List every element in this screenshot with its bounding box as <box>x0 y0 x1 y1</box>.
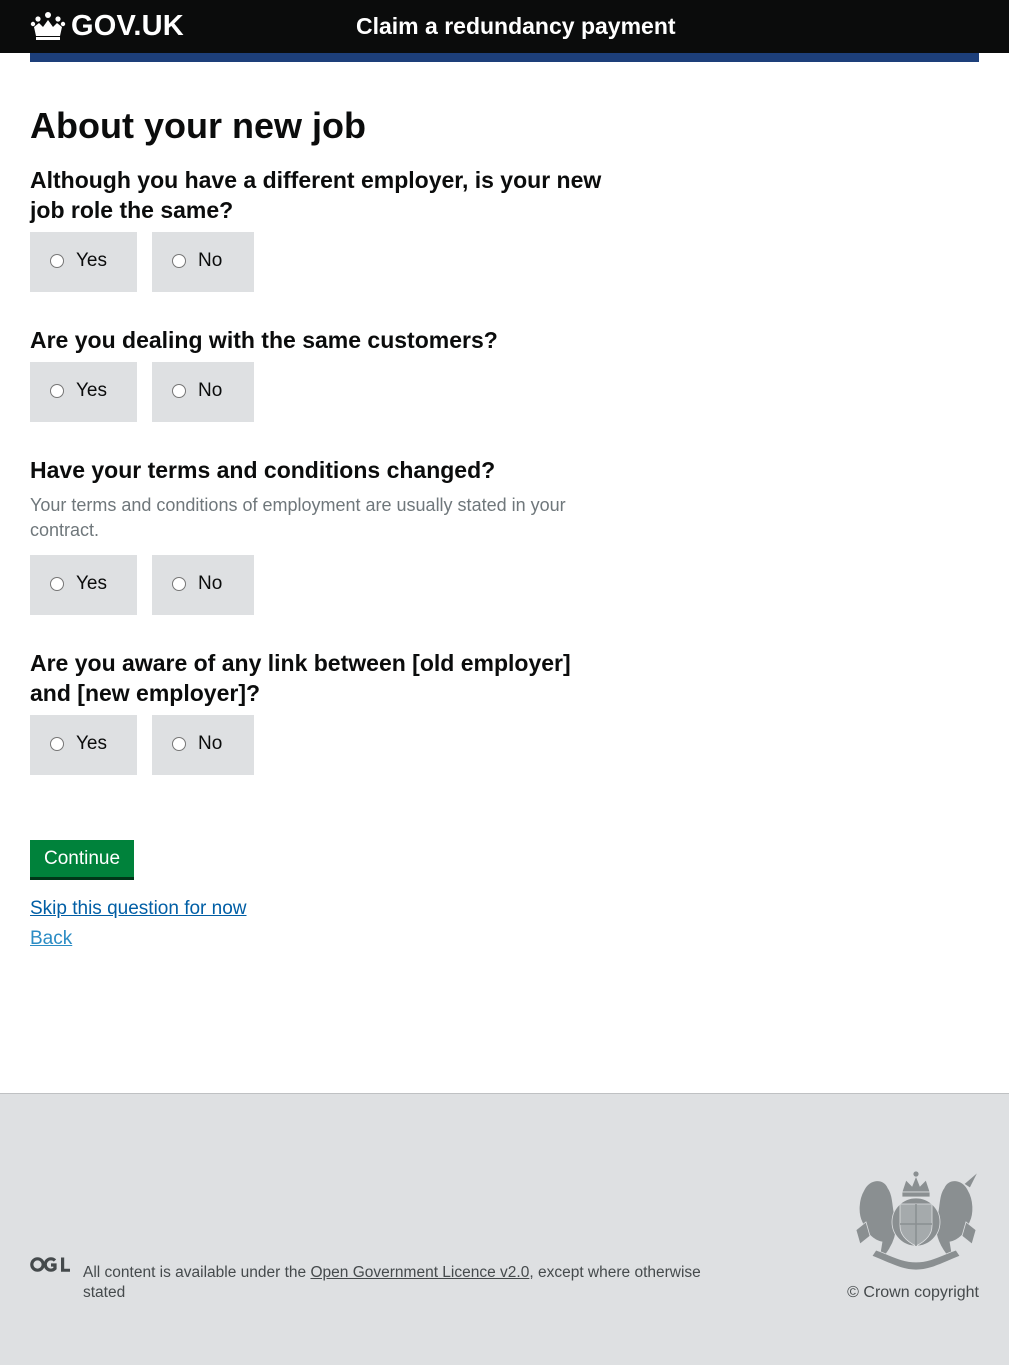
question-2-no-radio[interactable] <box>172 384 186 398</box>
question-4-no-option[interactable]: No <box>152 715 254 775</box>
gov-uk-logo-text[interactable]: GOV.UK <box>71 8 184 44</box>
option-label: No <box>198 250 223 271</box>
option-label: Yes <box>76 733 107 754</box>
site-header: GOV.UK Claim a redundancy payment <box>0 0 1009 53</box>
question-2-yes-radio[interactable] <box>50 384 64 398</box>
question-1-legend: Although you have a different employer, … <box>30 167 602 223</box>
page-title: About your new job <box>30 105 366 146</box>
question-1-yes-option[interactable]: Yes <box>30 232 137 292</box>
question-2-no-option[interactable]: No <box>152 362 254 422</box>
continue-button[interactable]: Continue <box>30 840 134 877</box>
question-3-legend: Have your terms and conditions changed? <box>30 457 496 483</box>
question-2-yes-option[interactable]: Yes <box>30 362 137 422</box>
ogl-logo-icon <box>30 1257 70 1272</box>
open-government-licence-link[interactable]: Open Government Licence v2.0 <box>310 1264 529 1281</box>
licence-text: All content is available under the Open … <box>83 1263 723 1303</box>
question-4-legend: Are you aware of any link between [old e… <box>30 650 571 706</box>
question-3-hint: Your terms and conditions of employment … <box>30 495 566 540</box>
question-4-yes-radio[interactable] <box>50 737 64 751</box>
licence-prefix: All content is available under the <box>83 1264 311 1281</box>
royal-coat-of-arms-icon <box>855 1170 979 1271</box>
option-label: Yes <box>76 573 107 594</box>
back-link[interactable]: Back <box>30 927 72 951</box>
option-label: Yes <box>76 250 107 271</box>
site-footer: All content is available under the Open … <box>0 1093 1009 1365</box>
question-1-yes-radio[interactable] <box>50 254 64 268</box>
service-name[interactable]: Claim a redundancy payment <box>356 10 676 42</box>
question-1-no-option[interactable]: No <box>152 232 254 292</box>
question-3-no-option[interactable]: No <box>152 555 254 615</box>
option-label: No <box>198 380 223 401</box>
question-3-no-radio[interactable] <box>172 577 186 591</box>
option-label: No <box>198 573 223 594</box>
crown-icon <box>30 12 66 40</box>
option-label: Yes <box>76 380 107 401</box>
option-label: No <box>198 733 223 754</box>
question-3-yes-radio[interactable] <box>50 577 64 591</box>
question-4-yes-option[interactable]: Yes <box>30 715 137 775</box>
skip-question-link[interactable]: Skip this question for now <box>30 897 247 921</box>
question-4-no-radio[interactable] <box>172 737 186 751</box>
question-1-no-radio[interactable] <box>172 254 186 268</box>
crown-copyright: © Crown copyright <box>847 1284 979 1301</box>
question-3-yes-option[interactable]: Yes <box>30 555 137 615</box>
question-2-legend: Are you dealing with the same customers? <box>30 327 498 353</box>
header-blue-bar <box>30 53 979 62</box>
